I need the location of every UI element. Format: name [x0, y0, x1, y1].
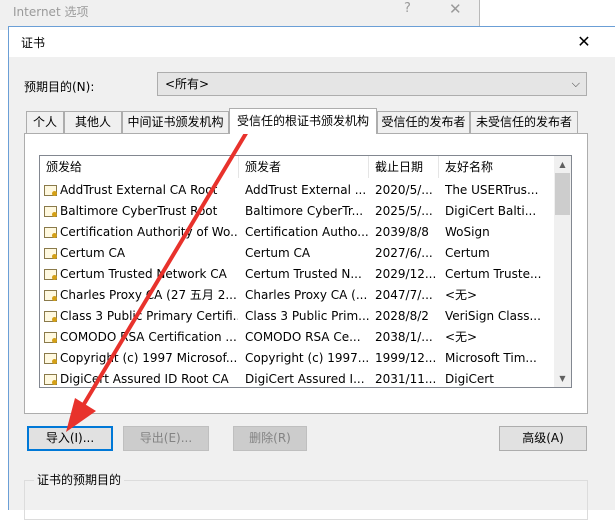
cell-issued-by: COMODO RSA Ce... — [245, 330, 361, 344]
column-header-friendly-name[interactable]: 友好名称 — [439, 156, 555, 178]
chevron-down-icon: ⌵ — [571, 77, 580, 90]
scroll-thumb[interactable] — [555, 173, 570, 215]
export-button[interactable]: 导出(E)... — [123, 426, 209, 451]
cell-expiration: 2020/5/... — [375, 183, 433, 197]
tab-intermediate-ca[interactable]: 中间证书颁发机构 — [122, 111, 229, 133]
list-header: 颁发给 颁发者 截止日期 友好名称 — [40, 156, 555, 178]
cell-expiration: 2025/5/... — [375, 204, 433, 218]
background-close-button[interactable]: ✕ — [449, 0, 462, 18]
background-window-title: Internet 选项 — [13, 5, 89, 19]
tab-personal[interactable]: 个人 — [26, 111, 64, 133]
cell-issued-to: COMODO RSA Certification ... — [60, 330, 237, 344]
purpose-label: 预期目的(N): — [24, 80, 95, 94]
cell-friendly-name: DigiCert Balti... — [445, 204, 537, 218]
tab-other-people[interactable]: 其他人 — [64, 111, 122, 133]
cell-issued-to: Certum Trusted Network CA — [60, 267, 227, 281]
scroll-up-arrow-icon[interactable]: ▲ — [554, 156, 571, 173]
cell-expiration: 2027/6/... — [375, 246, 433, 260]
tab-trusted-root-ca[interactable]: 受信任的根证书颁发机构 — [229, 108, 377, 134]
certificate-icon — [44, 353, 57, 364]
cell-issued-to: Baltimore CyberTrust Root — [60, 204, 218, 218]
title-bar: 证书 ✕ — [9, 27, 615, 57]
certificate-list[interactable]: 颁发给 颁发者 截止日期 友好名称 AddTrust External CA R… — [39, 155, 572, 388]
table-row[interactable]: Certum CA Certum CA 2027/6/... Certum — [40, 243, 555, 264]
column-header-expiration[interactable]: 截止日期 — [369, 156, 439, 178]
vertical-scrollbar[interactable]: ▲ ▼ — [554, 156, 571, 387]
cell-friendly-name: Certum — [445, 246, 490, 260]
cell-expiration: 2028/8/2 — [375, 309, 429, 323]
table-row[interactable]: Class 3 Public Primary Certifi... Class 3… — [40, 306, 555, 327]
tab-trusted-publishers[interactable]: 受信任的发布者 — [377, 111, 470, 133]
cell-issued-by: Certum CA — [245, 246, 311, 260]
purpose-dropdown[interactable]: <所有> ⌵ — [157, 72, 587, 96]
cell-friendly-name: <无> — [445, 288, 478, 302]
dialog-title: 证书 — [21, 36, 46, 50]
advanced-button[interactable]: 高级(A) — [499, 426, 587, 451]
table-row[interactable]: Certification Authority of Wo... Certific… — [40, 222, 555, 243]
certificate-icon — [44, 248, 57, 259]
cell-friendly-name: The USERTrus... — [445, 183, 539, 197]
remove-button[interactable]: 删除(R) — [233, 426, 307, 451]
cell-issued-to: DigiCert Assured ID Root CA — [60, 372, 229, 386]
table-row[interactable]: COMODO RSA Certification ... COMODO RSA C… — [40, 327, 555, 348]
close-button[interactable]: ✕ — [569, 30, 599, 54]
import-button[interactable]: 导入(I)... — [27, 426, 113, 451]
cell-friendly-name: VeriSign Class... — [445, 309, 541, 323]
column-header-issued-by[interactable]: 颁发者 — [239, 156, 369, 178]
cell-issued-to: Copyright (c) 1997 Microsof... — [60, 351, 238, 365]
cell-issued-by: DigiCert Assured I... — [245, 372, 365, 386]
purpose-dropdown-value: <所有> — [165, 77, 210, 91]
certificates-dialog: 证书 ✕ 预期目的(N): <所有> ⌵ 个人 其他人 中间证书颁发机构 受信任… — [8, 26, 615, 520]
table-row[interactable]: Copyright (c) 1997 Microsof... Copyright … — [40, 348, 555, 369]
cell-friendly-name: Microsoft Tim... — [445, 351, 537, 365]
cell-issued-by: Class 3 Public Prim... — [245, 309, 369, 323]
cell-issued-by: AddTrust External ... — [245, 183, 367, 197]
table-row[interactable]: Certum Trusted Network CA Certum Trusted … — [40, 264, 555, 285]
certificate-icon — [44, 185, 57, 196]
cell-friendly-name: <无> — [445, 330, 478, 344]
cell-issued-to: Charles Proxy CA (27 五月 2... — [60, 288, 237, 302]
cell-issued-to: Certum CA — [60, 246, 126, 260]
cell-expiration: 2039/8/8 — [375, 225, 429, 239]
certificate-icon — [44, 290, 57, 301]
cell-issued-by: Certum Trusted N... — [245, 267, 362, 281]
tab-untrusted-publishers[interactable]: 未受信任的发布者 — [470, 111, 578, 133]
cell-friendly-name: DigiCert — [445, 372, 494, 386]
scroll-down-arrow-icon[interactable]: ▼ — [554, 370, 571, 387]
cell-issued-to: Class 3 Public Primary Certifi... — [60, 309, 238, 323]
certificate-icon — [44, 332, 57, 343]
cell-friendly-name: Certum Truste... — [445, 267, 542, 281]
cell-expiration: 2038/1/... — [375, 330, 433, 344]
column-header-issued-to[interactable]: 颁发给 — [40, 156, 239, 178]
certificate-icon — [44, 227, 57, 238]
certificate-purposes-label: 证书的预期目的 — [34, 471, 125, 488]
table-row[interactable]: AddTrust External CA Root AddTrust Extern… — [40, 180, 555, 201]
cell-issued-by: Copyright (c) 1997... — [245, 351, 369, 365]
table-row[interactable]: Baltimore CyberTrust Root Baltimore Cyber… — [40, 201, 555, 222]
certificate-icon — [44, 269, 57, 280]
cell-expiration: 2029/12... — [375, 267, 437, 281]
cell-issued-by: Charles Proxy CA (... — [245, 288, 368, 302]
cell-expiration: 1999/12... — [375, 351, 437, 365]
cell-expiration: 2047/7/... — [375, 288, 433, 302]
cell-issued-to: AddTrust External CA Root — [60, 183, 218, 197]
certificate-icon — [44, 311, 57, 322]
certificate-icon — [44, 374, 57, 385]
cell-issued-to: Certification Authority of Wo... — [60, 225, 238, 239]
cell-issued-by: Baltimore CyberTr... — [245, 204, 364, 218]
background-help-button[interactable]: ? — [404, 1, 411, 16]
table-row[interactable]: Charles Proxy CA (27 五月 2... Charles Prox… — [40, 285, 555, 306]
certificate-icon — [44, 206, 57, 217]
cell-issued-by: Certification Autho... — [245, 225, 369, 239]
table-row[interactable]: DigiCert Assured ID Root CA DigiCert Assu… — [40, 369, 555, 387]
cell-friendly-name: WoSign — [445, 225, 490, 239]
cell-expiration: 2031/11... — [375, 372, 437, 386]
